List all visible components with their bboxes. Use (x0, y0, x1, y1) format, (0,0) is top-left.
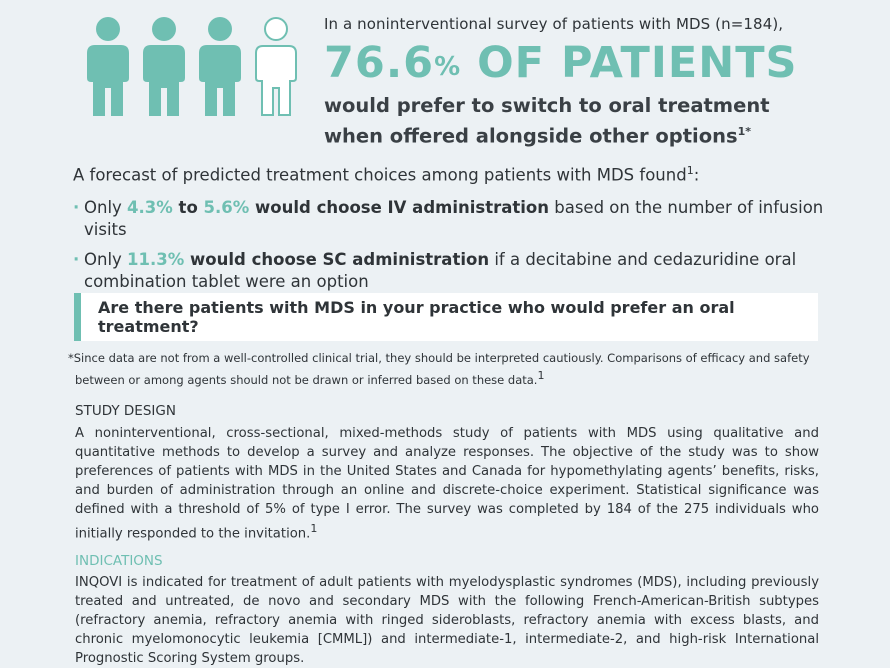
footnote: *Since data are not from a well-controll… (68, 350, 828, 389)
subtitle-line-2: when offered alongside other options1* (324, 124, 752, 148)
stat-number: 76.6 (324, 38, 435, 88)
subtitle-line-1: would prefer to switch to oral treatment (324, 94, 770, 117)
person-filled-icon (143, 17, 185, 116)
person-outline-icon (255, 17, 297, 116)
headline-stat: 76.6% OF PATIENTS (324, 41, 884, 85)
headline-block: In a noninterventional survey of patient… (324, 15, 884, 150)
stat-label: OF PATIENTS (461, 38, 798, 88)
callout-question: Are there patients with MDS in your prac… (74, 293, 818, 341)
footnote-line-2: between or among agents should not be dr… (75, 369, 545, 387)
indications-title: INDICATIONS (75, 553, 163, 569)
footnote-line-1: *Since data are not from a well-controll… (68, 351, 810, 365)
forecast-intro: A forecast of predicted treatment choice… (73, 164, 700, 185)
indications-body: INQOVI is indicated for treatment of adu… (75, 575, 819, 666)
stat-percent: % (434, 52, 462, 82)
person-filled-icon (87, 17, 129, 116)
forecast-bullets: Only 4.3% to 5.6% would choose IV admini… (73, 197, 833, 301)
subtitle-footnote-ref: 1* (737, 125, 752, 138)
headline-subtitle: would prefer to switch to oral treatment… (324, 93, 884, 150)
person-filled-icon (199, 17, 241, 116)
study-design-body: A noninterventional, cross-sectional, mi… (75, 426, 819, 542)
patient-icons (86, 16, 301, 116)
survey-intro: In a noninterventional survey of patient… (324, 15, 784, 33)
forecast-footnote-ref: 1 (686, 164, 694, 177)
bullet-iv: Only 4.3% to 5.6% would choose IV admini… (73, 197, 833, 241)
bullet-sc: Only 11.3% would choose SC administratio… (73, 249, 833, 293)
study-design-title: STUDY DESIGN (75, 403, 176, 419)
